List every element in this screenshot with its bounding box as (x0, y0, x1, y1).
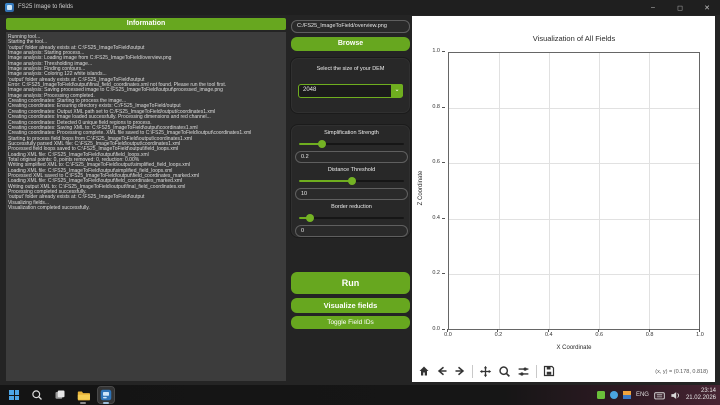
tray-app-icon-blue[interactable] (610, 391, 618, 399)
log-output[interactable]: Running tool...Starting the tool...'outp… (6, 32, 286, 381)
plot-title: Visualization of All Fields (448, 34, 700, 43)
zoom-icon[interactable] (498, 365, 511, 378)
gridline (449, 163, 699, 164)
tray-app-icon-green[interactable] (597, 391, 605, 399)
distance-threshold-label: Distance Threshold (291, 167, 412, 173)
clock-time: 23:14 (686, 388, 716, 395)
running-indicator (80, 402, 86, 404)
border-reduction-row: Border reduction 0 (291, 204, 412, 241)
x-tick-label: 1.0 (690, 332, 710, 338)
desktop-screen: FS25 Image to fields – ◻ ✕ Information R… (0, 0, 720, 405)
visualize-fields-button[interactable]: Visualize fields (291, 298, 410, 313)
file-explorer-icon (77, 389, 90, 402)
y-axis-label: Z Coordinate (418, 158, 424, 218)
gridline (599, 53, 600, 329)
task-view-button[interactable] (52, 387, 68, 403)
active-app-button[interactable] (98, 387, 114, 403)
plot-axes[interactable] (448, 52, 700, 330)
touch-keyboard-icon[interactable] (654, 390, 665, 401)
plot-panel: Visualization of All Fields 0.0 0.2 0.4 … (412, 16, 715, 382)
simplification-strength-row: Simplification Strength 0.2 (291, 130, 412, 167)
toggle-field-ids-button[interactable]: Toggle Field IDs (291, 316, 410, 329)
image-path-input[interactable]: C:/FS25_ImageToField/overview.png (291, 20, 410, 33)
x-tick-label: 0.2 (488, 332, 508, 338)
slider-handle[interactable] (318, 140, 326, 148)
start-button[interactable] (6, 387, 22, 403)
gridline (649, 53, 650, 329)
distance-threshold-row: Distance Threshold 10 (291, 167, 412, 204)
pan-icon[interactable] (479, 365, 492, 378)
information-header: Information (6, 18, 286, 30)
simplification-strength-value[interactable]: 0.2 (295, 151, 408, 163)
gridline (449, 219, 699, 220)
forward-icon[interactable] (454, 365, 466, 377)
file-explorer-button[interactable] (75, 387, 91, 403)
windows-logo-icon (9, 390, 19, 400)
cursor-coordinates-readout: (x, y) = (0.178, 0.818) (655, 369, 708, 375)
run-button[interactable]: Run (291, 272, 410, 294)
y-tick-label: 0.0 (420, 326, 445, 332)
minimize-button[interactable]: – (648, 4, 658, 11)
browse-button[interactable]: Browse (291, 37, 410, 51)
border-reduction-value[interactable]: 0 (295, 225, 408, 237)
save-icon[interactable] (543, 365, 555, 377)
y-tick-label: 0.2 (420, 270, 445, 276)
sliders-group: Simplification Strength 0.2 Distance Thr… (290, 124, 411, 238)
search-icon (31, 389, 43, 401)
dem-size-label: Select the size of your DEM (291, 66, 410, 72)
x-axis-ticks: 0.0 0.2 0.4 0.6 0.8 1.0 (448, 332, 700, 342)
slider-fill (299, 180, 352, 182)
active-app-icon (100, 389, 112, 401)
toolbar-separator (536, 365, 537, 378)
log-line: Visualization completed successfully. (8, 206, 284, 211)
chevron-down-icon[interactable]: ⌄ (391, 84, 403, 97)
task-view-icon (54, 389, 66, 401)
clock[interactable]: 23:14 21.02.2026 (686, 388, 716, 402)
subplot-settings-icon[interactable] (517, 365, 530, 378)
language-indicator[interactable]: ENG (636, 392, 649, 398)
dem-size-value: 2048 (303, 87, 316, 93)
distance-threshold-slider[interactable] (299, 180, 404, 182)
gridline (449, 274, 699, 275)
simplification-strength-slider[interactable] (299, 143, 404, 145)
gridline (549, 53, 550, 329)
dem-size-dropdown[interactable]: 2048 ⌄ (298, 84, 403, 98)
dem-size-group: Select the size of your DEM 2048 ⌄ (290, 57, 411, 114)
information-panel: Information Running tool...Starting the … (6, 18, 286, 381)
maximize-button[interactable]: ◻ (675, 4, 685, 12)
controls-column: C:/FS25_ImageToField/overview.png Browse… (290, 15, 411, 381)
x-tick-label: 0.8 (640, 332, 660, 338)
x-tick-label: 0.6 (589, 332, 609, 338)
x-tick-label: 0.0 (438, 332, 458, 338)
window-titlebar[interactable]: FS25 Image to fields – ◻ ✕ (0, 0, 720, 15)
x-tick-label: 0.4 (539, 332, 559, 338)
border-reduction-label: Border reduction (291, 204, 412, 210)
y-tick-label: 0.8 (420, 104, 445, 110)
y-tick-label: 1.0 (420, 48, 445, 54)
slider-handle[interactable] (306, 214, 314, 222)
search-button[interactable] (29, 387, 45, 403)
gridline (449, 108, 699, 109)
close-button[interactable]: ✕ (702, 4, 712, 12)
back-icon[interactable] (436, 365, 448, 377)
tray-app-icon-color[interactable] (623, 391, 631, 399)
app-icon (5, 3, 14, 12)
volume-icon[interactable] (670, 390, 681, 401)
toolbar-separator (472, 365, 473, 378)
clock-date: 21.02.2026 (686, 395, 716, 402)
distance-threshold-value[interactable]: 10 (295, 188, 408, 200)
slider-handle[interactable] (348, 177, 356, 185)
taskbar: ENG 23:14 21.02.2026 (0, 385, 720, 405)
active-indicator (103, 402, 109, 404)
window-title: FS25 Image to fields (18, 4, 73, 10)
simplification-strength-label: Simplification Strength (291, 130, 412, 136)
x-axis-label: X Coordinate (448, 345, 700, 351)
gridline (499, 53, 500, 329)
home-icon[interactable] (418, 365, 430, 377)
border-reduction-slider[interactable] (299, 217, 404, 219)
